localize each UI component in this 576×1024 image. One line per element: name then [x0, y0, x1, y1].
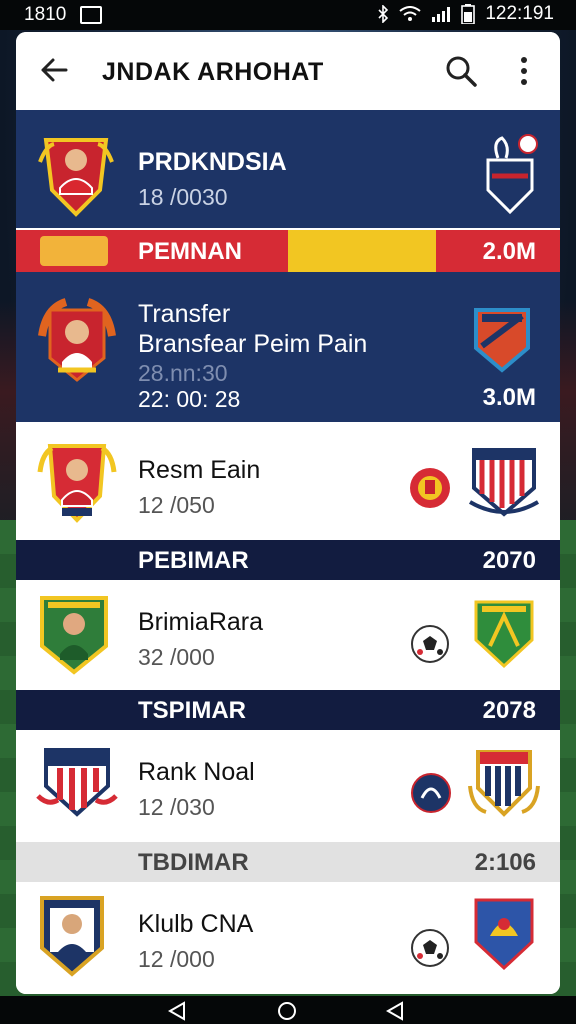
band-label: TSPIMAR: [138, 697, 246, 724]
transfer-club-badge-icon: [474, 308, 530, 373]
list-item[interactable]: Rank Noal 12 /030: [16, 730, 560, 840]
player-portrait-crest-icon: [38, 298, 116, 382]
band-value: 2:106: [474, 849, 536, 876]
team-sub: 12 /030: [138, 794, 215, 820]
banner-yellow-segment: [288, 230, 436, 272]
green-club-badge-icon: [474, 600, 534, 669]
list-item[interactable]: BrimiaRara 32 /000: [16, 580, 560, 690]
transfer-time: 22: 00: 28: [138, 386, 241, 412]
team-name: Klulb CNA: [138, 910, 254, 938]
more-options-icon[interactable]: [514, 54, 534, 88]
system-nav-bar: [0, 996, 576, 1024]
status-bar: 1810 122:191: [0, 0, 576, 30]
section-band: PEBIMAR 2070: [16, 540, 560, 580]
team-sub: 32 /000: [138, 644, 215, 670]
band-value: 2078: [482, 697, 536, 724]
transfer-time-faded: 28.nn:30: [138, 360, 228, 386]
team-crest-icon: [40, 596, 108, 675]
nav-home-icon[interactable]: [276, 1000, 298, 1022]
team-crest-icon: [40, 896, 104, 977]
nav-recents-icon[interactable]: [384, 1000, 406, 1022]
soccer-ball-icon: [411, 625, 449, 663]
featured-section[interactable]: PRDKNDSIA 18 /0030: [16, 110, 560, 228]
battery-icon: [461, 4, 476, 24]
banner-chip: [40, 236, 108, 266]
striped-club-badge-icon: [468, 448, 540, 517]
transfer-value: 3.0M: [482, 384, 536, 411]
section-band: TBDIMAR 2:106: [16, 842, 560, 882]
status-clock: 122:191: [485, 3, 554, 24]
app-window: JNDAK ARHOHAT PRDKNDSIA 18 /0030 PEMNAN …: [16, 32, 560, 994]
signal-icon: [432, 7, 451, 22]
featured-team-name: PRDKNDSIA: [138, 148, 287, 176]
band-label: TBDIMAR: [138, 849, 249, 876]
band-value: 2070: [482, 547, 536, 574]
section-band: TSPIMAR 2078: [16, 690, 560, 730]
band-label: PEBIMAR: [138, 547, 249, 574]
team-sub: 12 /050: [138, 492, 215, 518]
image-notification-icon: [80, 6, 102, 24]
bluetooth-icon: [378, 5, 389, 23]
player-crest-icon: [38, 138, 114, 217]
round-club-badge-icon: [411, 773, 451, 813]
featured-team-sub: 18 /0030: [138, 184, 228, 210]
banner-value: 2.0M: [482, 238, 536, 265]
wifi-icon: [399, 6, 421, 21]
team-name: Rank Noal: [138, 758, 255, 786]
soccer-ball-icon: [411, 929, 449, 967]
team-name: Resm Eain: [138, 456, 261, 484]
small-badge-icon: [410, 468, 450, 508]
team-name: BrimiaRara: [138, 608, 264, 636]
team-crest-icon: [36, 748, 118, 817]
team-crest-icon: [37, 444, 117, 523]
status-time: 1810: [24, 4, 67, 25]
club-badge-icon: [486, 134, 538, 215]
transfer-title: Transfer: [138, 300, 231, 328]
team-sub: 12 /000: [138, 946, 215, 972]
featured-banner[interactable]: PEMNAN 2.0M: [16, 230, 560, 272]
list-item[interactable]: Resm Eain 12 /050: [16, 422, 560, 540]
back-arrow-icon[interactable]: [38, 54, 70, 86]
nav-back-icon[interactable]: [166, 1000, 188, 1022]
transfer-section[interactable]: Transfer Bransfear Peim Pain 28.nn:30 22…: [16, 272, 560, 422]
list-item[interactable]: Klulb CNA 12 /000: [16, 882, 560, 994]
banner-label: PEMNAN: [138, 238, 243, 265]
top-app-bar: JNDAK ARHOHAT: [16, 32, 560, 111]
page-title: JNDAK ARHOHAT: [102, 58, 324, 86]
search-icon[interactable]: [444, 54, 478, 88]
navy-club-badge-icon: [474, 898, 534, 971]
transfer-subtitle: Bransfear Peim Pain: [138, 330, 368, 358]
gold-striped-badge-icon: [468, 750, 540, 817]
